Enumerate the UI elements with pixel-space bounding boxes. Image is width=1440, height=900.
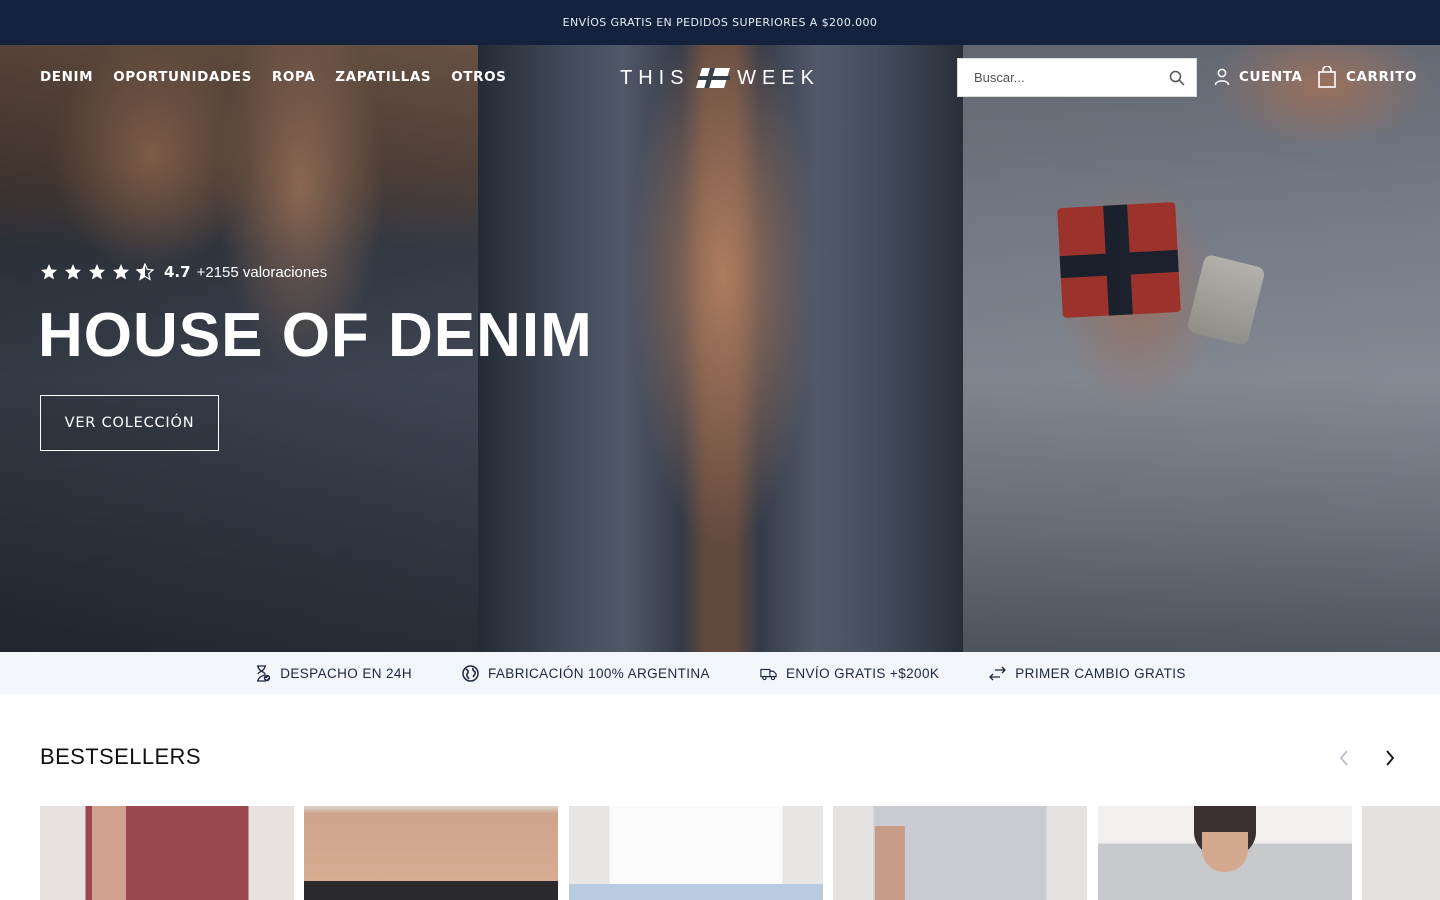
product-card[interactable] [1362, 806, 1440, 900]
search-icon[interactable] [1168, 69, 1186, 87]
product-image-hand [875, 826, 905, 900]
search-box [957, 58, 1197, 97]
nav-item-denim[interactable]: DENIM [40, 66, 93, 88]
nav-item-ropa[interactable]: ROPA [272, 66, 315, 88]
globe-icon [462, 664, 479, 682]
flag-logo-icon [696, 68, 731, 88]
announcement-text: ENVÍOS GRATIS EN PEDIDOS SUPERIORES A $2… [562, 16, 878, 29]
usp-label-dispatch: DESPACHO EN 24H [280, 665, 412, 681]
carousel-next-button[interactable] [1380, 745, 1400, 771]
view-collection-button[interactable]: VER COLECCIÓN [40, 395, 219, 451]
cart-link[interactable]: CARRITO [1317, 66, 1417, 88]
usp-label-shipping: ENVÍO GRATIS +$200K [785, 665, 940, 681]
logo-word-right: WEEK [737, 66, 820, 89]
chevron-left-icon [1339, 750, 1348, 766]
rating-summary: 4.7 +2155 valoraciones [40, 263, 327, 281]
main-nav: DENIM OPORTUNIDADES ROPA ZAPATILLAS OTRO… [40, 66, 506, 88]
product-image-jeans [569, 884, 823, 900]
user-icon [1214, 68, 1230, 86]
star-half-icon [136, 263, 154, 281]
delivery-truck-icon [760, 668, 777, 680]
usp-strip: DESPACHO EN 24H FABRICACIÓN 100% ARGENTI… [0, 652, 1440, 694]
star-full-icon [89, 264, 105, 280]
announcement-bar: ENVÍOS GRATIS EN PEDIDOS SUPERIORES A $2… [0, 0, 1440, 45]
logo-word-left: THIS [620, 66, 690, 89]
account-label: CUENTA [1239, 69, 1303, 85]
chevron-right-icon [1386, 750, 1395, 766]
rating-score: 4.7 [164, 263, 191, 281]
bestsellers-title: BESTSELLERS [40, 744, 201, 769]
product-image-face [1202, 832, 1248, 872]
usp-label-exchange: PRIMER CAMBIO GRATIS [1015, 665, 1186, 681]
account-link[interactable]: CUENTA [1214, 66, 1303, 88]
star-full-icon [113, 264, 129, 280]
usp-item-dispatch: DESPACHO EN 24H [254, 664, 412, 682]
usp-label-manufacturing: FABRICACIÓN 100% ARGENTINA [488, 665, 710, 681]
product-image-arm [92, 806, 126, 900]
search-input[interactable] [974, 70, 1168, 85]
hero-title: HOUSE OF DENIM [38, 301, 593, 370]
product-carousel [40, 806, 1440, 900]
brand-logo[interactable]: THIS WEEK [620, 66, 820, 90]
shopping-bag-icon [1318, 66, 1336, 88]
hourglass-icon [257, 664, 271, 682]
star-full-icon [65, 264, 81, 280]
cart-label: CARRITO [1346, 69, 1418, 85]
usp-item-exchange: PRIMER CAMBIO GRATIS [989, 665, 1186, 682]
nav-item-zapatillas[interactable]: ZAPATILLAS [335, 66, 431, 88]
carousel-prev-button[interactable] [1334, 745, 1354, 771]
usp-item-shipping: ENVÍO GRATIS +$200K [760, 665, 939, 682]
usp-item-manufacturing: FABRICACIÓN 100% ARGENTINA [462, 664, 710, 682]
carousel-controls [1334, 745, 1400, 771]
product-card[interactable] [1098, 806, 1352, 900]
product-card[interactable] [304, 806, 558, 900]
product-card[interactable] [569, 806, 823, 900]
star-rating [40, 263, 154, 281]
product-card[interactable] [833, 806, 1087, 900]
nav-item-otros[interactable]: OTROS [451, 66, 506, 88]
nav-item-oportunidades[interactable]: OPORTUNIDADES [113, 66, 252, 88]
rating-count: +2155 valoraciones [196, 263, 328, 281]
product-card[interactable] [40, 806, 294, 900]
star-full-icon [41, 264, 57, 280]
exchange-arrows-icon [989, 666, 1007, 680]
